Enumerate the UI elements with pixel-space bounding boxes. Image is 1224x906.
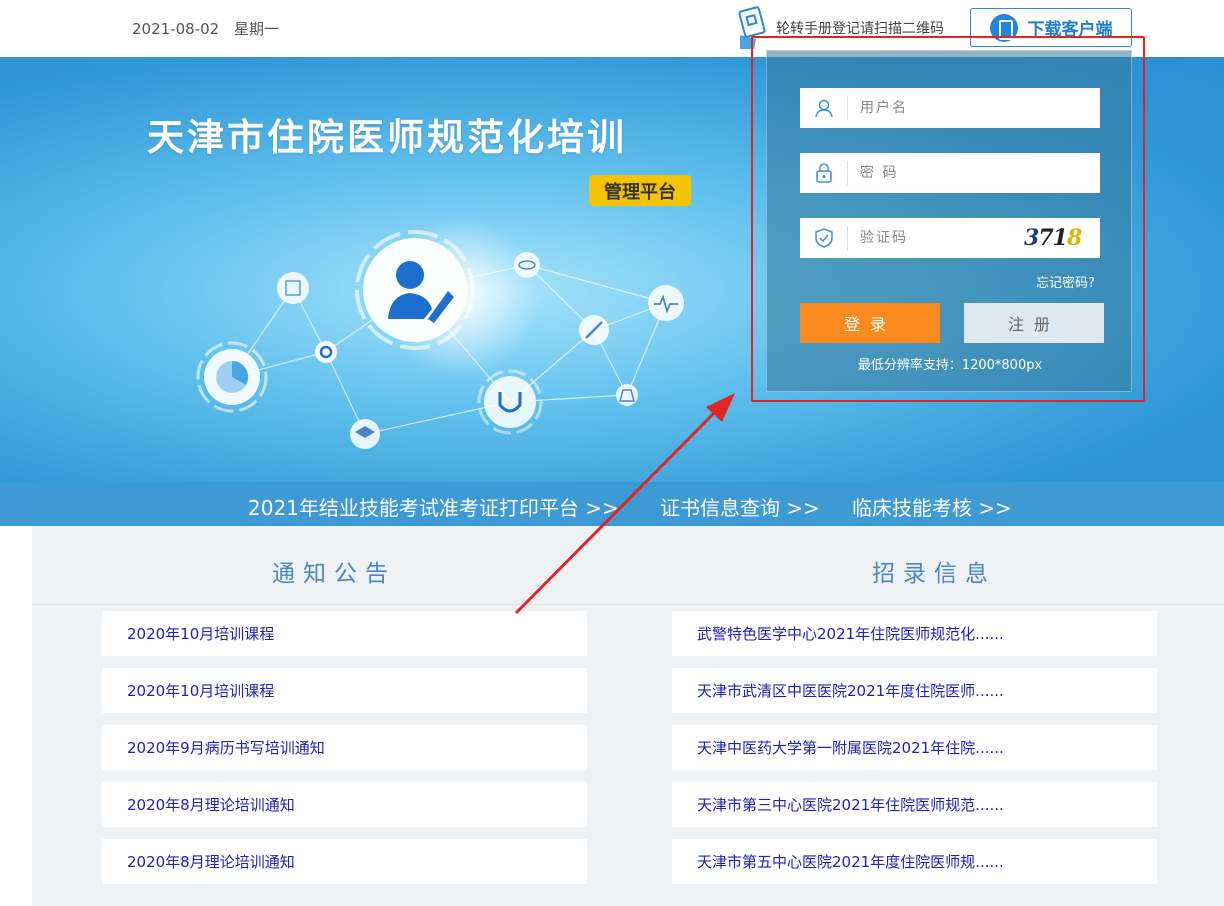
recruit-item[interactable]: 武警特色医学中心2021年住院医师规范化...... (672, 611, 1157, 656)
resolution-note: 最低分辨率支持：1200*800px (857, 358, 1043, 373)
recruit-title: 招录信息 (872, 561, 996, 587)
recruit-item[interactable]: 天津市第五中心医院2021年度住院医师规...... (672, 839, 1157, 884)
user-icon (800, 96, 848, 120)
heartbeat-icon (648, 285, 684, 321)
content-area: 通知公告 招录信息 2020年10月培训课程 2020年10月培训课程 2020… (32, 526, 1224, 906)
captcha-char: 8 (1066, 225, 1082, 251)
captcha-field[interactable]: 3 7 1 8 (800, 218, 1100, 258)
captcha-char: 1 (1052, 225, 1068, 251)
captcha-image[interactable]: 3 7 1 8 (1024, 224, 1090, 252)
weekday-text: 星期一 (233, 20, 279, 38)
notices-title: 通知公告 (272, 561, 396, 587)
notice-item[interactable]: 2020年10月培训课程 (102, 668, 587, 713)
password-input[interactable] (860, 165, 1020, 181)
qr-hint-text: 轮转手册登记请扫描二维码 (776, 21, 944, 37)
forgot-password-link[interactable]: 忘记密码? (1036, 272, 1095, 291)
current-date: 2021-08-02 星期一 (132, 18, 289, 39)
register-button[interactable]: 注册 (964, 303, 1104, 343)
notice-item[interactable]: 2020年8月理论培训通知 (102, 839, 587, 884)
notice-item[interactable]: 2020年9月病历书写培训通知 (102, 725, 587, 770)
notice-item[interactable]: 2020年10月培训课程 (102, 611, 587, 656)
username-input[interactable] (860, 100, 1020, 116)
recruit-item[interactable]: 天津市武清区中医医院2021年度住院医师...... (672, 668, 1157, 713)
lock-icon (800, 161, 848, 185)
section-divider (32, 604, 1224, 605)
shield-icon (800, 226, 848, 250)
recruit-list: 武警特色医学中心2021年住院医师规范化...... 天津市武清区中医医院202… (672, 611, 1157, 896)
recruit-item[interactable]: 天津市第三中心医院2021年住院医师规范...... (672, 782, 1157, 827)
site-title: 天津市住院医师规范化培训 (147, 116, 627, 159)
eye-icon (514, 252, 540, 278)
password-field[interactable] (800, 153, 1100, 193)
captcha-char: 3 (1024, 225, 1039, 251)
clinical-skills-link[interactable]: 临床技能考核 >> (852, 492, 1012, 521)
date-text: 2021-08-02 (132, 20, 220, 38)
captcha-input[interactable] (860, 230, 1020, 246)
notice-item[interactable]: 2020年8月理论培训通知 (102, 782, 587, 827)
recruit-item[interactable]: 天津中医药大学第一附属医院2021年住院...... (672, 725, 1157, 770)
login-button[interactable]: 登录 (800, 303, 940, 343)
notices-list: 2020年10月培训课程 2020年10月培训课程 2020年9月病历书写培训通… (102, 611, 587, 896)
building-icon (277, 272, 309, 304)
management-platform-badge: 管理平台 (589, 175, 691, 206)
quick-links-strip: 2021年结业技能考试准考证打印平台 >> 证书信息查询 >> 临床技能考核 >… (0, 482, 1224, 526)
exam-ticket-print-link[interactable]: 2021年结业技能考试准考证打印平台 >> (248, 492, 619, 521)
captcha-char: 7 (1038, 225, 1053, 251)
certificate-query-link[interactable]: 证书信息查询 >> (660, 492, 820, 521)
pie-chart-icon (216, 360, 249, 393)
username-field[interactable] (800, 88, 1100, 128)
gear-icon (315, 341, 337, 363)
flask-icon (616, 384, 638, 406)
